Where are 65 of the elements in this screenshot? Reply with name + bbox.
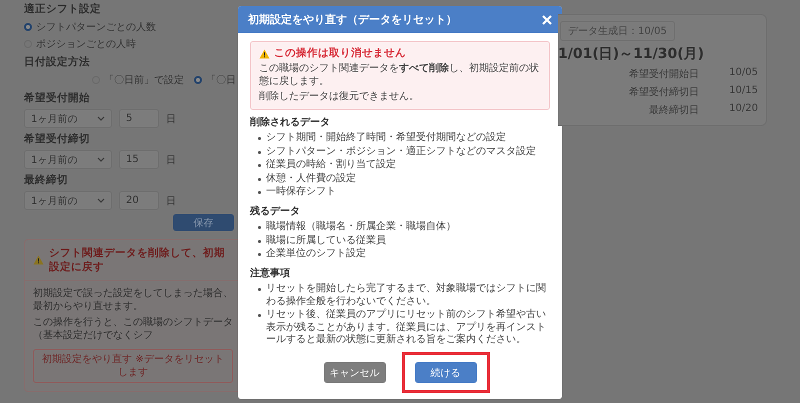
radio-label: シフトパターンごとの人数 [36,21,156,34]
list-item: 一時保存シフト [266,186,336,199]
bullet-icon [258,226,261,230]
summary-value: 10/05 [729,67,758,80]
caret-icon [97,198,105,204]
save-button[interactable]: 保存 [173,214,234,231]
list-item: 職場に所属している従業員 [266,234,386,248]
summary-value: 10/15 [729,85,758,98]
bullet-icon [258,288,261,292]
summary-value: 10/20 [729,103,758,116]
caret-icon [97,116,105,122]
cancel-button[interactable]: キャンセル [324,362,386,383]
alert-text: この職場のシフト関連データをすべて削除し、初期設定前の状態に戻します。 [259,63,540,88]
summary-label: 希望受付締切日 [629,86,700,99]
field-label: 希望受付締切 [24,132,91,146]
reset-button[interactable]: 初期設定をやり直す ※データをリセットします [33,349,233,383]
dropdown[interactable]: 1ヶ月前の [24,109,112,128]
section-title: 日付設定方法 [24,55,91,69]
list-item: リセットを開始したら完了するまで、対象職場ではシフトに関わる操作全般を行わないでください。 [266,283,547,308]
warning-icon [33,255,44,265]
caret-icon [97,156,105,162]
field-label: 希望受付開始 [24,91,91,105]
alert-title: この操作は取り消せません [274,47,406,60]
period-text: 1/01(日)～11/30(月) [558,45,704,63]
list-item: 企業単位のシフト設定 [266,248,366,261]
card-text: この操作を行うと、この職場のシフトデータ（基本設定だけでなくシフ [33,316,233,342]
section-heading: 注意事項 [250,268,291,280]
section-heading: 残るデータ [250,206,301,218]
radio-label: ポジションごとの人時 [36,38,136,51]
list-item: シフト期間・開始終了時間・希望受付期間などの設定 [266,132,506,145]
dropdown[interactable]: 1ヶ月前の [24,191,112,210]
bullet-icon [258,164,261,168]
unit-label: 日 [166,112,176,126]
radio-selected[interactable] [24,23,32,31]
bullet-icon [258,191,261,194]
radio-selected[interactable] [194,76,202,84]
unit-label: 日 [166,194,176,208]
bullet-icon [258,178,261,181]
dialog-title: 初期設定をやり直す（データをリセット） [248,12,457,27]
summary-label: 最終締切日 [649,104,700,117]
summary-label: 希望受付開始日 [629,68,700,81]
input-field[interactable]: 15 [119,150,159,169]
list-item: シフトパターン・ポジション・適正シフトなどのマスタ設定 [266,146,536,158]
input-field[interactable]: 20 [119,191,159,210]
bullet-icon [258,253,261,256]
dropdown[interactable]: 1ヶ月前の [24,150,112,169]
list-item: 休憩・人件費の設定 [266,172,356,186]
unit-label: 日 [166,154,176,166]
bullet-icon [258,137,261,140]
card-text: 初期設定で誤った設定をしてしまった場合、最初からやり直せます。 [33,287,233,313]
list-item: 職場情報（職場名・所属企業・職場自体） [266,221,456,234]
input-field[interactable]: 5 [119,109,159,128]
section-title: 適正シフト設定 [24,2,102,16]
list-item: 従業員の時給・割り当て設定 [266,159,396,172]
card-title: シフト関連データを削除して、初期設定に戻す [49,246,226,274]
alert-text: 削除したデータは復元できません。 [259,91,420,104]
bullet-icon [258,150,261,154]
field-label: 最終締切 [24,173,69,187]
list-item: リセット後、従業員のアプリにリセット前のシフト希望や古い表示が残ることがあります。従業員には、アプリを再インストールすると最新の状態に更新される旨をご案内ください。 [266,309,547,347]
section-heading: 削除されるデータ [250,116,331,130]
bullet-icon [258,314,261,318]
close-icon[interactable] [542,14,552,24]
continue-button[interactable]: 続ける [414,362,476,383]
bullet-icon [258,240,261,243]
warning-icon [259,48,270,59]
